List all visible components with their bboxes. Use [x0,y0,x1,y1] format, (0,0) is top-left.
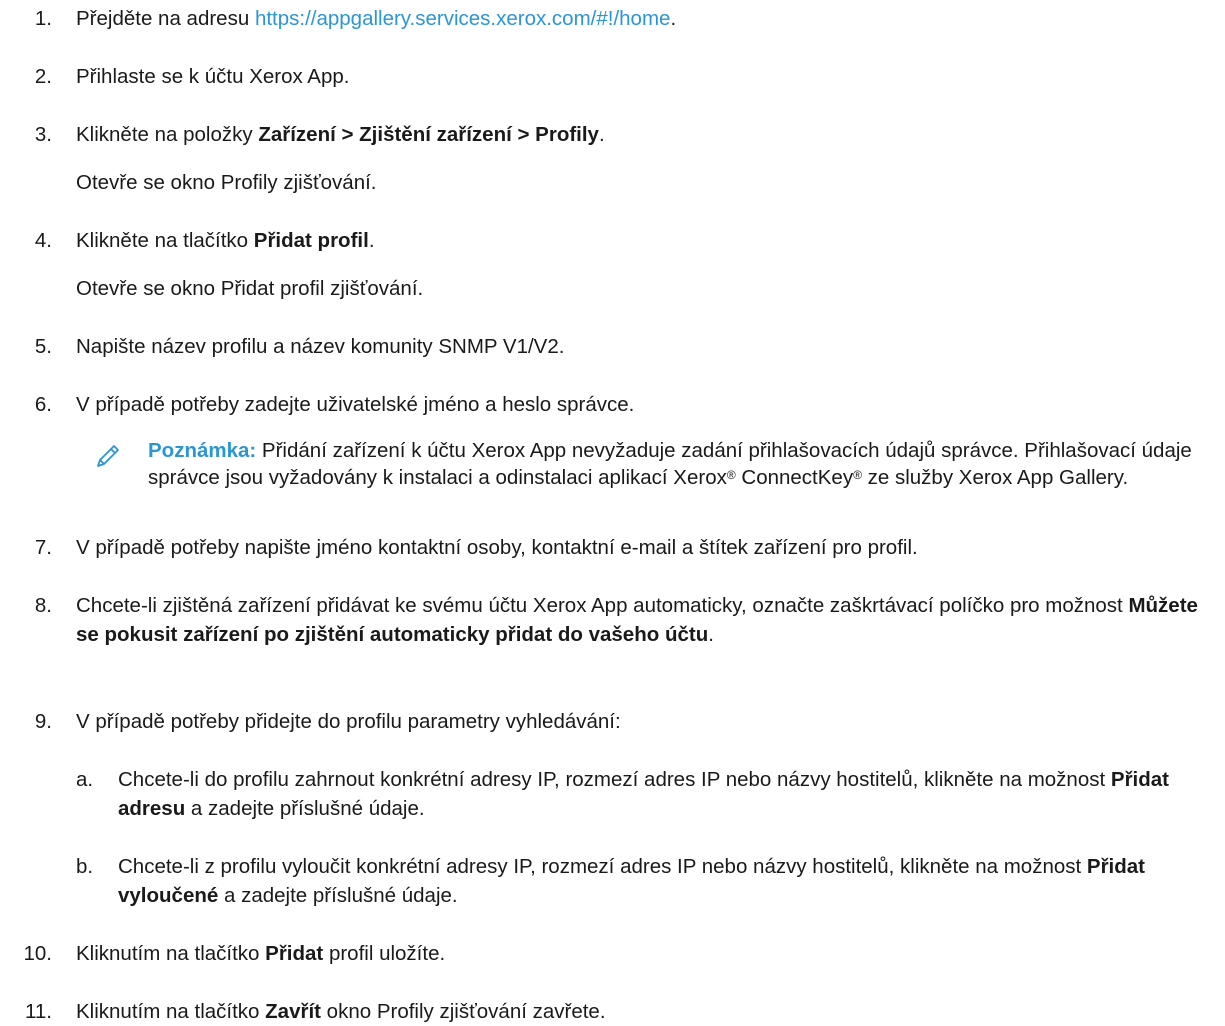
step-text-end: . [598,123,605,146]
step-8: 8. Chcete-li zjištěná zařízení přidávat … [0,591,1225,707]
step-11: 11. Kliknutím na tlačítko Zavřít okno Pr… [0,997,1225,1026]
step-text: Kliknutím na tlačítko [76,942,266,965]
step-text-end: . [670,7,677,30]
step-number: 10. [23,942,53,965]
step-number: 2. [34,65,52,88]
substep-b: b. Chcete-li z profilu vyloučit konkrétn… [0,852,1225,939]
step-2: 2. Přihlaste se k účtu Xerox App. [0,62,1225,120]
step-number: 6. [34,393,52,416]
substep-text: Chcete-li z profilu vyloučit konkrétní a… [118,855,1087,878]
step-text: Chcete-li zjištěná zařízení přidávat ke … [76,594,1129,617]
step-text: Klikněte na položky [76,123,259,146]
step-number: 3. [34,123,52,146]
instructions-page: 1. Přejděte na adresu https://appgallery… [0,0,1225,1023]
step-number: 5. [34,335,52,358]
step-number: 1. [34,7,52,30]
step-text-end: profil uložíte. [323,942,446,965]
step-text-end: okno Profily zjišťování zavřete. [320,1000,606,1023]
button-name: Přidat profil [253,229,369,252]
step-3-result: Otevře se okno Profily zjišťování. [76,171,377,194]
step-9: 9. V případě potřeby přidejte do profilu… [0,707,1225,765]
substep-text-end: a zadejte příslušné údaje. [185,797,425,820]
substep-text-end: a zadejte příslušné údaje. [218,884,458,907]
step-number: 7. [34,536,52,559]
step-1: 1. Přejděte na adresu https://appgallery… [0,4,1225,62]
step-text: V případě potřeby přidejte do profilu pa… [76,710,621,733]
appgallery-link[interactable]: https://appgallery.services.xerox.com/#!… [255,7,671,30]
substep-a: a. Chcete-li do profilu zahrnout konkrét… [0,765,1225,852]
substep-text: Chcete-li do profilu zahrnout konkrétní … [118,768,1111,791]
step-number: 11. [25,1000,52,1023]
note-text: ze služby Xerox App Gallery. [861,466,1129,489]
pencil-note-icon [97,445,119,467]
note-label: Poznámka: [148,439,257,462]
button-name: Zavřít [265,1000,321,1023]
step-4-result: Otevře se okno Přidat profil zjišťování. [76,277,424,300]
note-box: Poznámka: Přidání zařízení k účtu Xerox … [76,438,1206,533]
step-7: 7. V případě potřeby napište jméno konta… [0,533,1225,591]
button-name: Přidat [265,942,324,965]
step-text: Přihlaste se k účtu Xerox App. [76,65,350,88]
substep-letter: b. [76,855,94,878]
step-text: Přejděte na adresu [76,7,255,30]
registered-mark: ® [726,468,736,482]
step-4: 4. Klikněte na tlačítko Přidat profil. [0,226,1225,274]
step-text: Kliknutím na tlačítko [76,1000,266,1023]
step-5: 5. Napište název profilu a název komunit… [0,332,1225,390]
step-text: Klikněte na tlačítko [76,229,254,252]
step-number: 4. [34,229,52,252]
step-text: V případě potřeby zadejte uživatelské jm… [76,393,635,416]
step-10: 10. Kliknutím na tlačítko Přidat profil … [0,939,1225,997]
substep-letter: a. [76,768,94,791]
step-6: 6. V případě potřeby zadejte uživatelské… [0,390,1225,438]
step-number: 9. [34,710,52,733]
note-text: ConnectKey [735,466,854,489]
step-3: 3. Klikněte na položky Zařízení > Zjiště… [0,120,1225,168]
step-text-end: . [708,623,714,646]
menu-path: Zařízení > Zjištění zařízení > Profily [258,123,599,146]
step-number: 8. [34,594,52,617]
step-text: Napište název profilu a název komunity S… [76,335,565,358]
step-text-end: . [368,229,375,252]
step-text: V případě potřeby napište jméno kontaktn… [76,536,918,559]
registered-mark: ® [853,468,862,482]
